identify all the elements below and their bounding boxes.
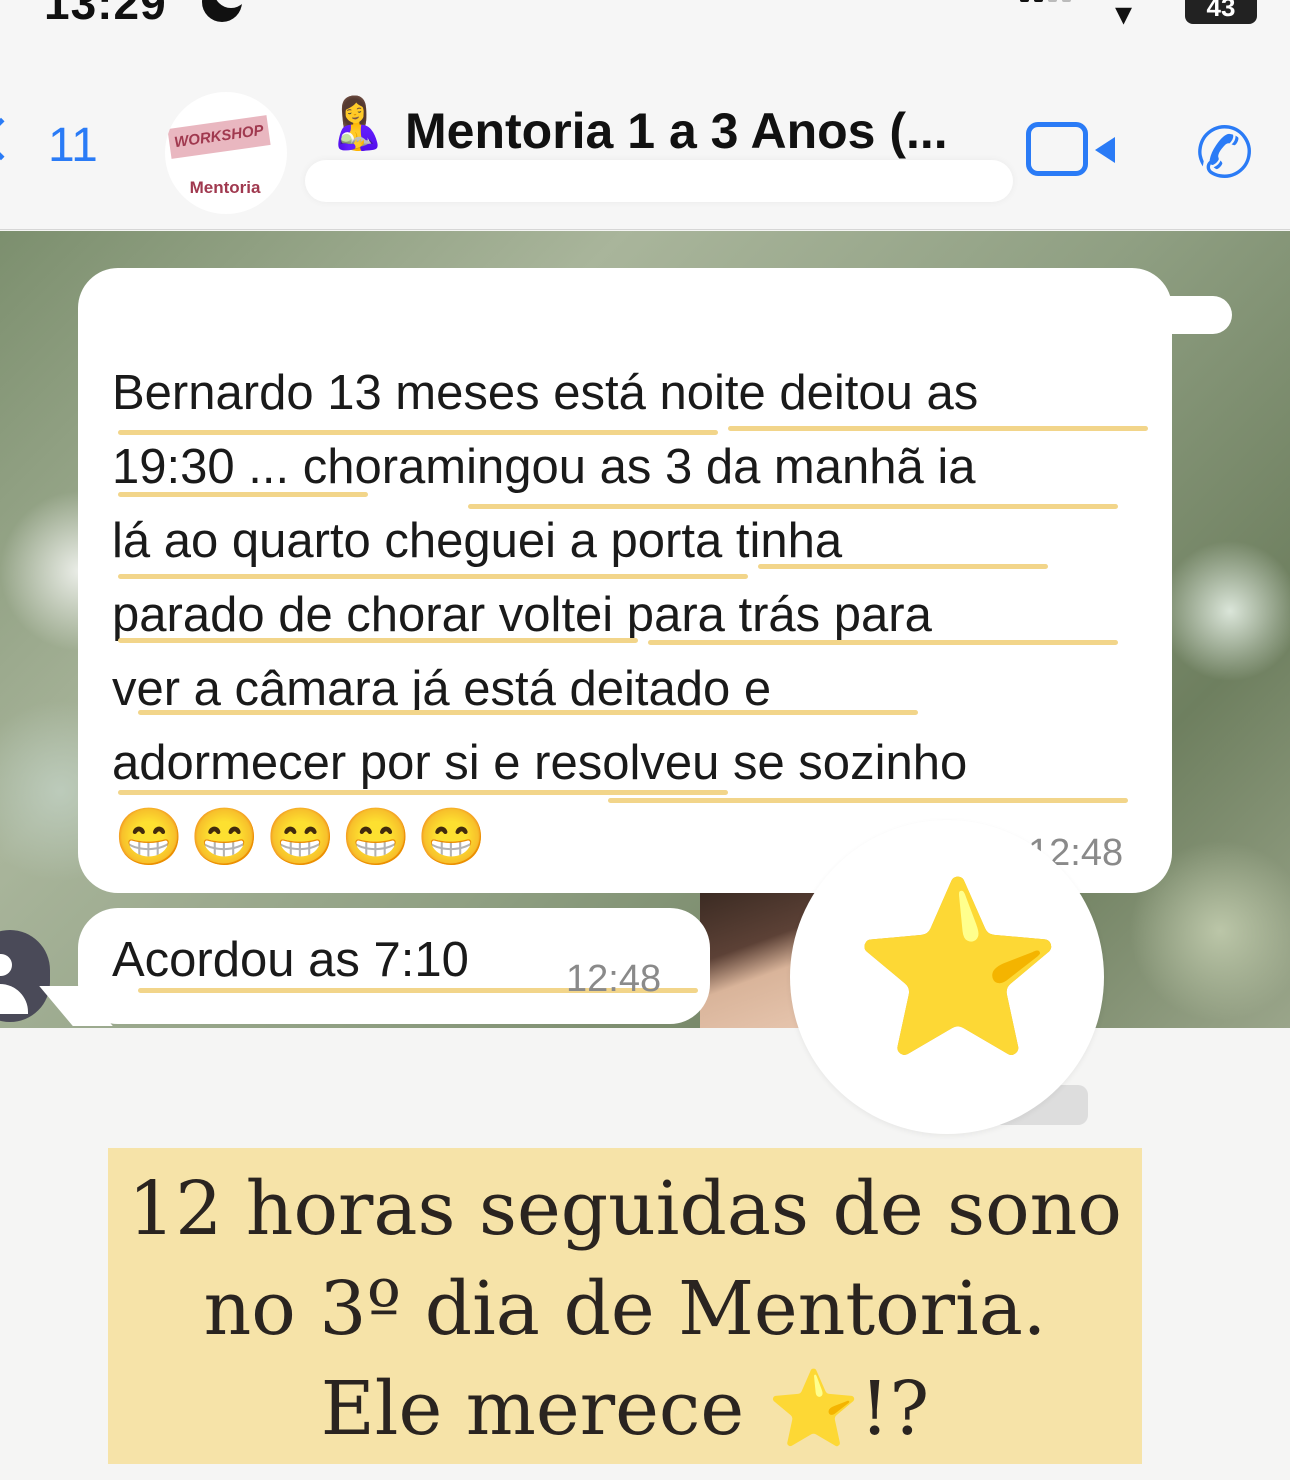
highlight-stroke (118, 790, 728, 795)
story-caption: 12 horas seguidas de sono no 3º dia de M… (108, 1148, 1142, 1464)
caption-line: Ele merece ⭐!? (320, 1366, 930, 1452)
highlight-stroke (648, 640, 1118, 645)
chevron-left-icon (0, 117, 23, 161)
video-call-icon[interactable] (1026, 122, 1115, 176)
caption-line: 12 horas seguidas de sono (128, 1166, 1122, 1252)
moon-icon (202, 0, 248, 22)
message-time: 12:48 (566, 958, 662, 1000)
message-line: adormecer por si e resolveu se sozinho (112, 736, 968, 790)
star-icon: ⭐ (852, 874, 1064, 1064)
avatar-mentoria-label: Mentoria (189, 178, 261, 197)
caption-line: no 3º dia de Mentoria. (203, 1266, 1047, 1352)
star-sticker: ⭐ (790, 820, 1104, 1134)
grinning-emoji-row: 😁😁😁😁😁 (114, 805, 493, 868)
breastfeeding-emoji: 🤱 (325, 95, 388, 151)
highlight-stroke (118, 638, 638, 643)
highlight-stroke (758, 564, 1048, 569)
chat-header: 11 WORKSHOP Mentoria 🤱 Mentoria 1 a 3 An… (0, 60, 1290, 230)
battery-indicator: 43 (1185, 0, 1257, 24)
status-bar: 13:29 ▾ 43 (0, 0, 1290, 60)
highlight-stroke (118, 430, 718, 435)
message-bubble[interactable]: Bernardo 13 meses está noite deitou as 1… (78, 268, 1172, 893)
highlight-stroke (138, 710, 918, 715)
phone-call-icon[interactable]: ✆ (1188, 108, 1260, 199)
avatar-workshop-label: WORKSHOP (167, 115, 271, 159)
status-time: 13:29 (44, 0, 167, 29)
highlight-stroke (468, 504, 1118, 509)
unread-count: 11 (48, 119, 98, 172)
highlight-stroke (608, 798, 1128, 803)
highlight-stroke (118, 574, 748, 579)
highlight-stroke (728, 426, 1148, 431)
message-line: Bernardo 13 meses está noite deitou as (112, 366, 979, 420)
highlight-stroke (118, 492, 368, 497)
wifi-icon: ▾ (1115, 0, 1133, 33)
group-avatar[interactable]: WORKSHOP Mentoria (165, 92, 287, 214)
participants-subtitle-redacted (305, 160, 1013, 202)
message-text: Acordou as 7:10 (112, 933, 469, 987)
message-bubble[interactable]: Acordou as 7:10 12:48 (78, 908, 710, 1024)
chat-title[interactable]: Mentoria 1 a 3 Anos (... (405, 102, 948, 160)
